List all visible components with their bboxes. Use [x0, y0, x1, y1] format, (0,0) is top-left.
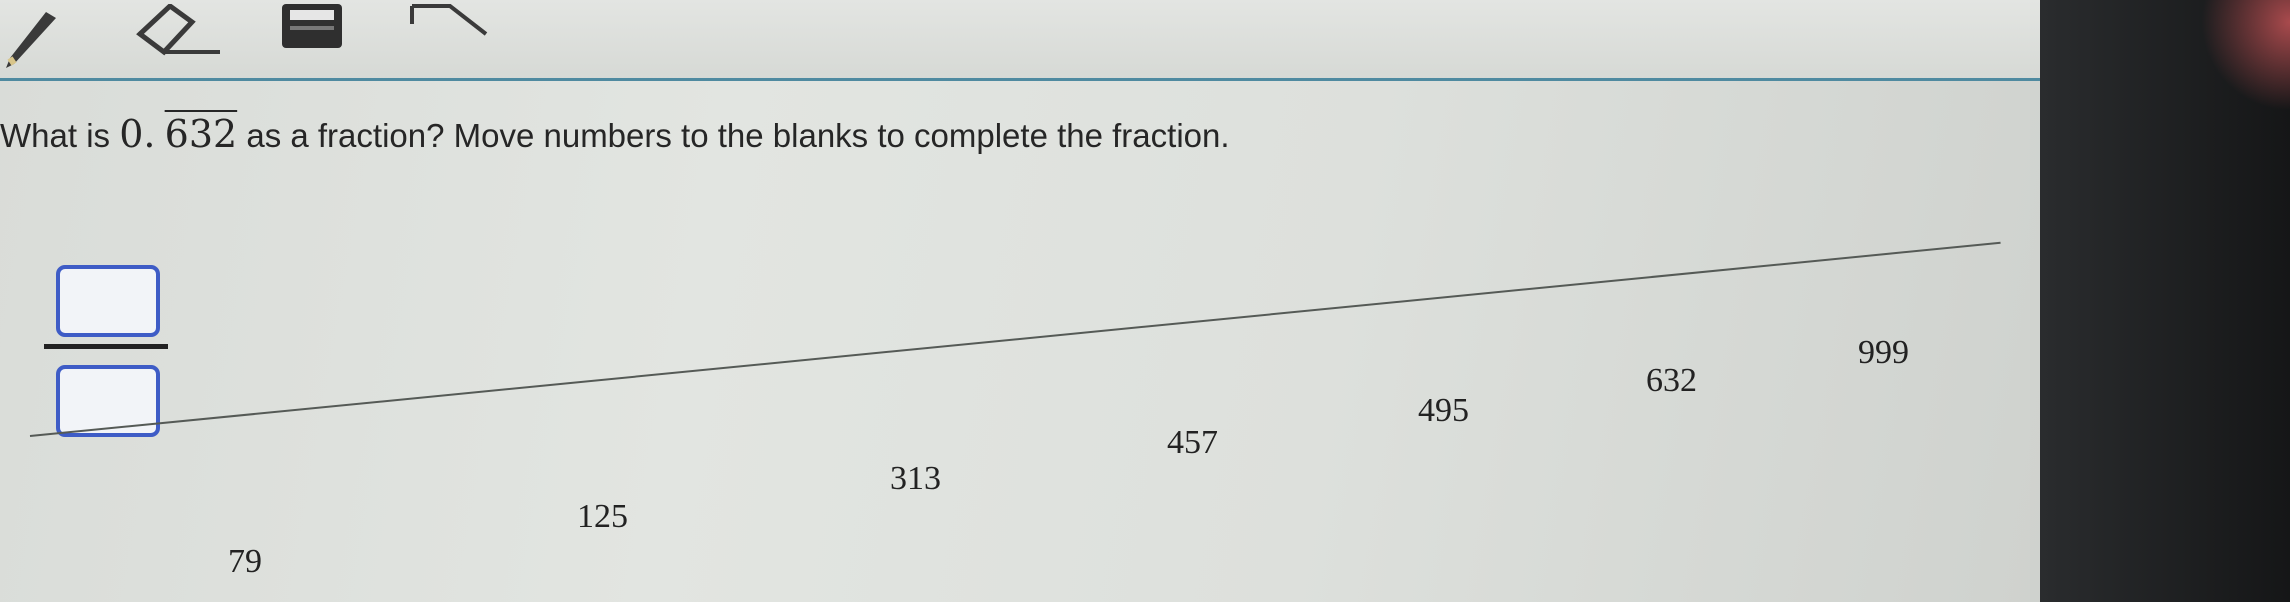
number-tile-313[interactable]: 313 [890, 460, 941, 498]
question-prompt: What is 0. 632 as a fraction? Move numbe… [0, 112, 1230, 156]
calculator-icon[interactable] [280, 4, 344, 50]
denominator-blank[interactable] [56, 365, 160, 437]
number-tile-125[interactable]: 125 [577, 498, 628, 536]
assessment-screen: What is 0. 632 as a fraction? Move numbe… [0, 0, 2040, 602]
number-tile-632[interactable]: 632 [1646, 362, 1697, 400]
answer-tile-divider [29, 241, 2001, 437]
question-prefix: What is [0, 117, 120, 154]
number-tile-999[interactable]: 999 [1858, 334, 1909, 372]
question-suffix: as a fraction? Move numbers to the blank… [237, 117, 1230, 154]
monitor-bezel [2040, 0, 2290, 602]
toolbar-divider [0, 78, 2040, 81]
number-tile-495[interactable]: 495 [1418, 392, 1469, 430]
toolbar [0, 0, 2040, 81]
pencil-icon[interactable] [2, 4, 62, 70]
question-math-whole: 0. [119, 112, 156, 156]
background-glow [2200, 0, 2290, 110]
eraser-icon[interactable] [130, 4, 230, 66]
notepad-icon[interactable] [410, 4, 490, 44]
number-tile-79[interactable]: 79 [228, 543, 262, 581]
numerator-blank[interactable] [56, 265, 160, 337]
fraction-bar [44, 344, 168, 349]
question-math-repeating: 632 [164, 112, 238, 156]
number-tile-457[interactable]: 457 [1167, 424, 1218, 462]
